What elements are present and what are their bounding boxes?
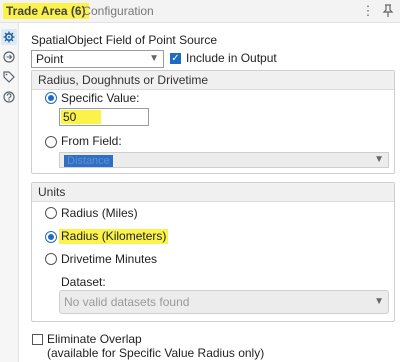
chevron-down-icon: ▼: [149, 53, 159, 64]
gear-icon[interactable]: [1, 29, 17, 45]
chevron-down-icon: ▼: [374, 296, 384, 307]
source-field-label: SpatialObject Field of Point Source: [31, 33, 218, 47]
specific-value-label: Specific Value:: [61, 91, 140, 105]
eliminate-overlap-checkbox[interactable]: [32, 334, 43, 345]
connection-icon[interactable]: [1, 49, 17, 65]
units-option-drivetime-label: Drivetime Minutes: [61, 252, 158, 266]
include-output-checkbox[interactable]: ✓: [170, 53, 181, 64]
more-vertical-icon[interactable]: ⋮: [360, 2, 376, 20]
units-option-drivetime-radio[interactable]: [45, 253, 57, 265]
from-field-select[interactable]: Distance ▼: [59, 152, 389, 168]
specific-value-radio[interactable]: [45, 92, 57, 104]
from-field-value: Distance: [64, 155, 113, 167]
units-option-miles-radio[interactable]: [45, 207, 57, 219]
units-option-kilometers-radio[interactable]: [45, 231, 57, 243]
units-group-title: Units: [32, 183, 394, 202]
panel-section-title: - Configuration: [75, 4, 154, 18]
tag-icon[interactable]: [1, 69, 17, 85]
units-option-miles-label: Radius (Miles): [61, 206, 138, 220]
from-field-label: From Field:: [61, 134, 122, 148]
help-icon[interactable]: [1, 89, 17, 105]
radius-group-title: Radius, Doughnuts or Drivetime: [32, 71, 394, 90]
pin-icon[interactable]: [380, 2, 396, 20]
chevron-down-icon: ▼: [374, 154, 384, 165]
specific-value-text: 50: [61, 110, 101, 124]
specific-value-input[interactable]: 50: [59, 108, 149, 126]
source-field-select[interactable]: Point ▼: [31, 50, 164, 68]
dataset-select[interactable]: No valid datasets found ▼: [59, 290, 389, 314]
from-field-radio[interactable]: [45, 136, 57, 148]
dataset-placeholder: No valid datasets found: [64, 295, 190, 309]
eliminate-overlap-label: Eliminate Overlap: [47, 332, 142, 346]
panel-header: Trade Area (6) - Configuration ⋮: [0, 0, 400, 23]
eliminate-overlap-note: (available for Specific Value Radius onl…: [47, 346, 265, 360]
dataset-label: Dataset:: [61, 275, 106, 289]
source-field-value: Point: [36, 52, 64, 66]
include-output-label: Include in Output: [186, 51, 277, 65]
config-sidebar: [0, 23, 19, 362]
units-option-kilometers-label: Radius (Kilometers): [59, 229, 169, 244]
